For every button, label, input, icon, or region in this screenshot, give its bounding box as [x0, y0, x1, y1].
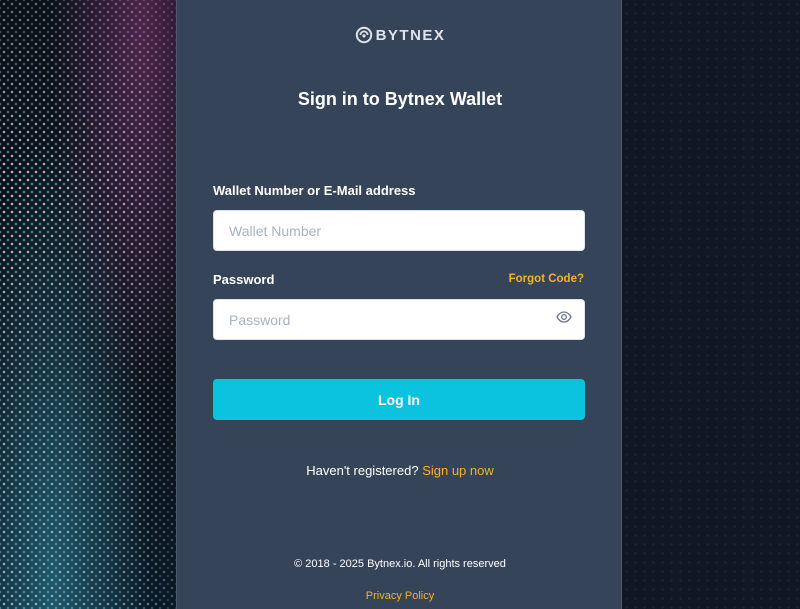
background-tint	[0, 0, 176, 609]
wallet-field-label: Wallet Number or E-Mail address	[213, 183, 416, 198]
password-field-label: Password	[213, 272, 275, 287]
page-title: Sign in to Bytnex Wallet	[297, 89, 503, 109]
sign-up-link[interactable]: Sign up now	[422, 463, 494, 478]
brand-name: BYTNEX	[375, 26, 446, 44]
forgot-code-link[interactable]: Forgot Code?	[509, 273, 584, 285]
register-prompt: Haven't registered? Sign up now	[177, 463, 623, 478]
eye-icon[interactable]	[556, 309, 572, 325]
register-text: Haven't registered?	[306, 463, 419, 478]
login-button[interactable]: Log In	[213, 379, 585, 420]
bytnex-logo-icon	[355, 26, 372, 44]
login-page: BYTNEX Sign in to Bytnex Wallet Wallet N…	[0, 0, 800, 609]
login-panel: BYTNEX Sign in to Bytnex Wallet Wallet N…	[176, 0, 622, 609]
privacy-policy-link[interactable]: Privacy Policy	[177, 590, 623, 602]
wallet-number-input[interactable]	[213, 210, 585, 251]
brand-logo: BYTNEX	[177, 26, 623, 44]
password-input[interactable]	[213, 299, 585, 340]
background-right	[622, 0, 800, 609]
copyright-text: © 2018 - 2025 Bytnex.io. All rights rese…	[294, 558, 506, 570]
